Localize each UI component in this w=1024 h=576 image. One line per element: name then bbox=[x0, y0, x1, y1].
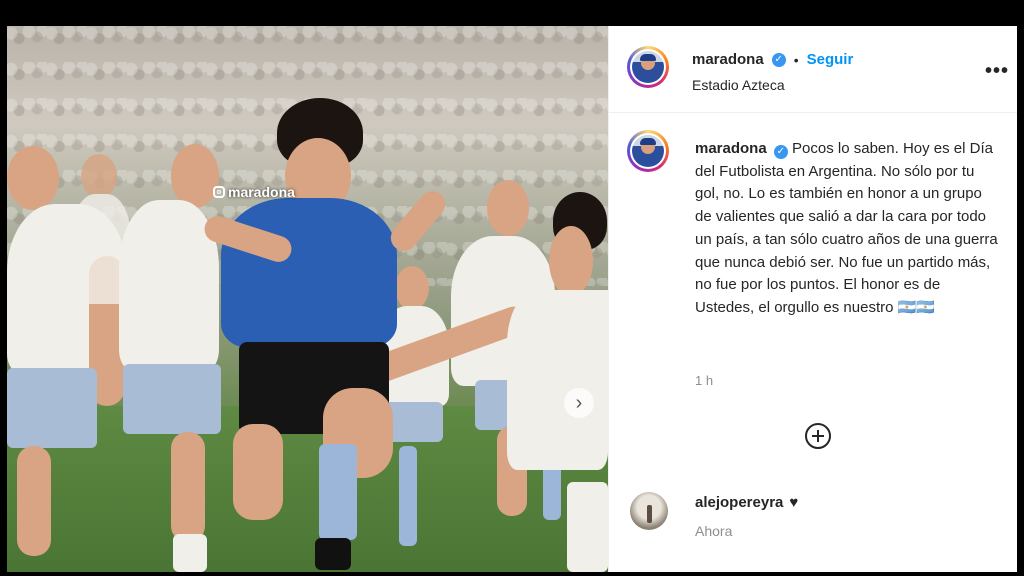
caption-timestamp[interactable]: 1 h bbox=[695, 373, 713, 388]
instagram-icon bbox=[213, 186, 225, 198]
next-photo-button[interactable]: › bbox=[564, 388, 594, 418]
post-location[interactable]: Estadio Azteca bbox=[692, 77, 785, 93]
header-separator: • bbox=[793, 51, 799, 68]
commenter-avatar[interactable] bbox=[630, 492, 668, 530]
verified-badge-icon: ✓ bbox=[771, 52, 786, 67]
caption-text: Pocos lo saben. Hoy es el Día del Futbol… bbox=[695, 140, 998, 316]
avatar-image bbox=[632, 135, 664, 167]
author-avatar[interactable] bbox=[627, 46, 669, 88]
more-options-icon[interactable]: ••• bbox=[985, 60, 1009, 83]
author-username[interactable]: maradona bbox=[692, 51, 764, 68]
post-header: maradona ✓ • Seguir bbox=[692, 51, 853, 68]
commenter-username[interactable]: alejopereyra bbox=[695, 494, 783, 511]
follow-button[interactable]: Seguir bbox=[807, 51, 854, 68]
england-player-back-left bbox=[71, 154, 131, 384]
add-comment-plus-icon[interactable] bbox=[805, 423, 831, 449]
watermark-handle: maradona bbox=[228, 184, 295, 200]
header-divider bbox=[609, 112, 1017, 113]
watermark: maradona bbox=[213, 184, 295, 200]
caption-username[interactable]: maradona bbox=[695, 140, 767, 157]
chevron-right-icon: › bbox=[575, 392, 583, 414]
post-caption: maradona ✓ Pocos lo saben. Hoy es el Día… bbox=[695, 138, 1001, 320]
player-maradona bbox=[201, 98, 463, 572]
avatar-image bbox=[632, 51, 664, 83]
verified-badge-icon: ✓ bbox=[773, 145, 788, 159]
caption-author-avatar[interactable] bbox=[627, 130, 669, 172]
comment-line: alejopereyra ♥ bbox=[695, 494, 798, 511]
post-side-panel: maradona ✓ • Seguir Estadio Azteca ••• m… bbox=[608, 26, 1017, 572]
post-frame: maradona › maradona ✓ • Seguir Estadio A… bbox=[7, 26, 1017, 572]
heart-icon: ♥ bbox=[789, 494, 799, 511]
post-photo[interactable]: maradona › bbox=[7, 26, 608, 572]
comment-timestamp: Ahora bbox=[695, 523, 733, 539]
